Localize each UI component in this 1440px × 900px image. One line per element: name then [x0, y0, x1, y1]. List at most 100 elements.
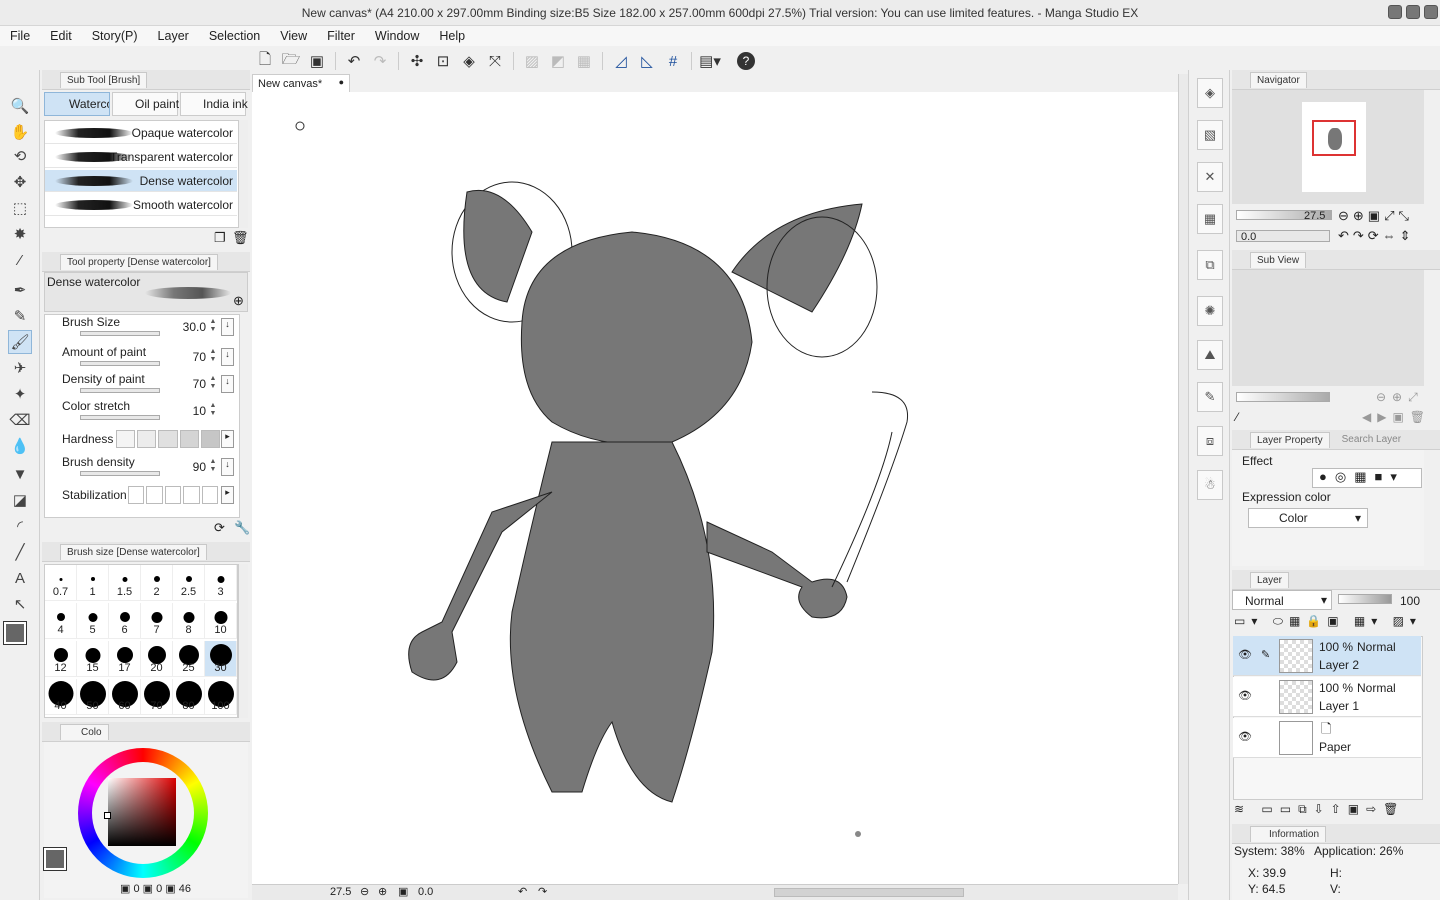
navigator-zoom-buttons[interactable]: ⊖⊕▣⤢⤡ [1338, 208, 1413, 224]
menu-edit[interactable]: Edit [40, 29, 82, 43]
brush-size-cell[interactable]: 2.5 [173, 565, 205, 601]
canvas-rotation-value[interactable]: 0.0 [418, 886, 433, 898]
material-effect-icon[interactable]: ✺ [1197, 296, 1223, 326]
blend-mode-select[interactable]: Normal ▾ [1232, 590, 1332, 610]
brush-size-cell[interactable]: 20 [141, 641, 173, 677]
maximize-icon[interactable] [1406, 5, 1420, 19]
drawing-canvas[interactable] [252, 92, 1178, 884]
search-layer-tab[interactable]: Search Layer [1342, 434, 1401, 445]
material-icon[interactable]: ◈ [1197, 78, 1223, 108]
rotate-tool-icon[interactable]: ⟲ [8, 144, 32, 168]
brush-size-spinner[interactable]: ▲ ▼ [208, 318, 218, 336]
main-color-swatch[interactable] [3, 621, 27, 645]
fill-icon[interactable]: ◈ [458, 50, 480, 72]
color-sv-square[interactable] [108, 778, 176, 846]
density-slider[interactable] [80, 388, 160, 393]
brush-size-cell[interactable]: 25 [173, 641, 205, 677]
save-icon[interactable]: ▣ [306, 50, 328, 72]
brush-density-slider[interactable] [80, 471, 160, 476]
decoration-tool-icon[interactable]: ✦ [8, 382, 32, 406]
layerprop-tab[interactable]: Layer Property [1250, 431, 1330, 448]
zoom-tool-icon[interactable]: 🔍 [8, 94, 32, 118]
brush-density-pressure-icon[interactable]: ↓ [221, 458, 234, 476]
color-picker-handle[interactable] [104, 812, 111, 819]
brush-density-spinner[interactable]: ▲ ▼ [208, 458, 218, 476]
stabilization-selector[interactable] [128, 486, 219, 504]
eyedropper-icon[interactable]: ⁄ [8, 248, 32, 272]
navigator-tab[interactable]: Navigator [1250, 71, 1307, 88]
brush-tool-icon[interactable]: 🖌 [8, 330, 32, 354]
layer-row-paper[interactable]: 👁 🗋 Paper [1233, 718, 1421, 758]
fill-tool-icon[interactable]: ▼ [8, 462, 32, 486]
brushsize-tab[interactable]: Brush size [Dense watercolor] [60, 543, 207, 560]
subview-zoom-slider[interactable] [1236, 392, 1330, 402]
stabilization-arrow-icon[interactable]: ▸ [221, 486, 234, 504]
brush-size-cell[interactable]: 1.5 [109, 565, 141, 601]
navigator-zoom-value[interactable]: 27.5 [1304, 210, 1325, 222]
brush-size-cell[interactable]: 5 [77, 603, 109, 639]
brush-size-pressure-icon[interactable]: ↓ [221, 318, 234, 336]
hardness-selector[interactable] [116, 430, 221, 448]
blend-tool-icon[interactable]: 💧 [8, 434, 32, 458]
canvas-hscroll-thumb[interactable] [774, 888, 964, 897]
current-color-swatch[interactable] [43, 847, 67, 871]
close-icon[interactable] [1424, 5, 1438, 19]
eraser-tool-icon[interactable]: ⌫ [8, 408, 32, 432]
subview-zoom-buttons[interactable]: ⊖⊕⤢ [1376, 390, 1424, 405]
text-tool-icon[interactable]: A [8, 566, 32, 590]
screen-settings-icon[interactable]: ▤▾ [699, 50, 721, 72]
effect-buttons[interactable]: ●◎▦■▾ [1312, 468, 1422, 488]
layer-lock-buttons[interactable]: ▭▾ ⬭▦🔒▣ ▦▾ ▨▾ [1234, 614, 1434, 632]
brush-size-cell[interactable]: 60 [109, 679, 141, 715]
info-tab[interactable]: Information [1250, 825, 1327, 842]
density-value[interactable]: 70 [176, 377, 206, 391]
eye-icon[interactable]: 👁 [1238, 648, 1252, 661]
brush-size-cell[interactable]: 15 [77, 641, 109, 677]
reset-icon[interactable]: ⟳ [214, 520, 225, 536]
layer-row-1[interactable]: 👁 100 % Normal Layer 1 [1233, 677, 1421, 717]
brush-size-cell[interactable]: 8 [173, 603, 205, 639]
brush-size-cell[interactable]: 17 [109, 641, 141, 677]
perspective-icon[interactable]: ◺ [636, 50, 658, 72]
stretch-slider[interactable] [80, 415, 160, 420]
menu-filter[interactable]: Filter [317, 29, 365, 43]
minimize-icon[interactable] [1388, 5, 1402, 19]
brush-size-cell[interactable]: 0.7 [45, 565, 77, 601]
delete-subtool-icon[interactable]: 🗑 [232, 230, 249, 246]
eye-icon[interactable]: 👁 [1238, 689, 1252, 702]
navigator-rotation-field[interactable]: 0.0 [1236, 230, 1330, 243]
brush-size-cell[interactable]: 4 [45, 603, 77, 639]
menu-window[interactable]: Window [365, 29, 429, 43]
material-3d-icon[interactable]: ⧈ [1197, 426, 1223, 456]
zoom-out-icon[interactable]: ⊖ [360, 885, 369, 898]
airbrush-tool-icon[interactable]: ✈ [8, 356, 32, 380]
material-pattern-icon[interactable]: ▦ [1197, 204, 1223, 234]
brush-size-cell[interactable]: 2 [141, 565, 173, 601]
layer-tab[interactable]: Layer [1250, 571, 1290, 588]
subview-tab[interactable]: Sub View [1250, 251, 1307, 268]
navigator-thumbnail[interactable] [1302, 102, 1366, 192]
subtool-tab[interactable]: Sub Tool [Brush] [60, 71, 148, 88]
figure-tool-icon[interactable]: ◜ [8, 514, 32, 538]
scale-icon[interactable]: ⤧ [484, 50, 506, 72]
brush-density-value[interactable]: 90 [176, 460, 206, 474]
subtool-scrollbar[interactable] [238, 120, 248, 228]
expression-color-select[interactable]: Color ▾ [1248, 508, 1368, 528]
grid-icon[interactable]: # [662, 50, 684, 72]
menu-view[interactable]: View [270, 29, 317, 43]
tab-india-ink[interactable]: India ink [180, 92, 248, 116]
material-landscape-icon[interactable]: ⛰ [1197, 340, 1223, 370]
brush-size-cell[interactable]: 70 [141, 679, 173, 715]
canvas-vscrollbar[interactable] [1178, 74, 1188, 884]
list-item[interactable]: Dense watercolor [45, 170, 237, 192]
density-spinner[interactable]: ▲ ▼ [208, 375, 218, 393]
opacity-slider[interactable] [1338, 594, 1392, 604]
selection-icon[interactable]: ⬚ [8, 196, 32, 220]
material-tone-icon[interactable]: ✕ [1197, 162, 1223, 192]
ruler-icon[interactable]: ◿ [610, 50, 632, 72]
material-manga-icon[interactable]: ✎ [1197, 382, 1223, 412]
copy-subtool-icon[interactable]: ❐ [214, 230, 226, 246]
brush-size-cell[interactable]: 80 [173, 679, 205, 715]
material-frame-icon[interactable]: ⧉ [1197, 250, 1223, 280]
amount-spinner[interactable]: ▲ ▼ [208, 348, 218, 366]
